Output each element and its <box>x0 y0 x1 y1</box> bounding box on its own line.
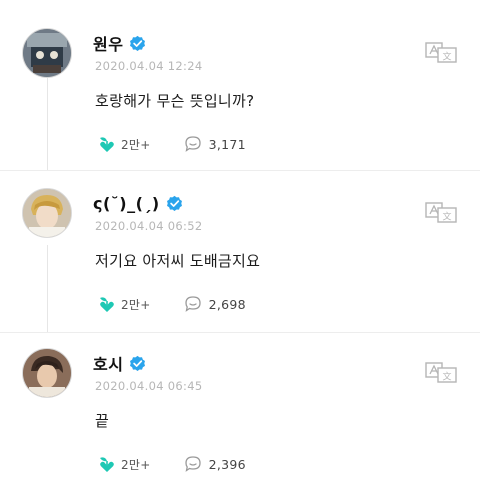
verified-check-icon <box>130 35 146 51</box>
message-text: 저기요 아저씨 도배금지요 <box>95 252 261 270</box>
action-bar: 2만+ 2,396 <box>97 452 246 476</box>
avatar[interactable] <box>22 348 72 398</box>
verified-check-icon <box>166 195 182 211</box>
sprout-heart-icon <box>100 297 114 312</box>
reply-button[interactable]: 2,698 <box>183 294 246 314</box>
speech-bubble-icon <box>184 136 201 152</box>
username[interactable]: ς(˘)_(ˏ) <box>93 194 160 213</box>
like-button[interactable]: 2만+ <box>97 134 151 154</box>
reply-count: 3,171 <box>208 136 246 152</box>
verified-check-icon <box>130 355 146 371</box>
author-row: 원우 <box>93 32 146 54</box>
timestamp: 2020.04.04 06:52 <box>95 219 203 233</box>
author-row: ς(˘)_(ˏ) <box>93 192 183 214</box>
translate-icon[interactable]: 文 <box>425 200 457 224</box>
like-button[interactable]: 2만+ <box>97 294 151 314</box>
reply-count: 2,396 <box>208 456 246 472</box>
reply-button[interactable]: 3,171 <box>183 134 246 154</box>
like-count: 2만+ <box>121 457 151 472</box>
post-card: 호시 2020.04.04 06:45 끝 文 2만+ 2,396 <box>0 334 480 494</box>
svg-text:文: 文 <box>442 371 451 383</box>
post-card: 원우 2020.04.04 12:24 호랑해가 무슨 뜻입니까? 文 2만+ … <box>0 14 480 174</box>
message-text: 호랑해가 무슨 뜻입니까? <box>95 92 255 110</box>
like-button[interactable]: 2만+ <box>97 454 151 474</box>
translate-icon[interactable]: 文 <box>425 40 457 64</box>
svg-text:文: 文 <box>442 51 451 63</box>
username[interactable]: 호시 <box>93 351 123 375</box>
action-bar: 2만+ 2,698 <box>97 292 246 316</box>
reply-button[interactable]: 2,396 <box>183 454 246 474</box>
message-text: 끝 <box>95 412 110 430</box>
timestamp: 2020.04.04 12:24 <box>95 59 203 73</box>
post-card: ς(˘)_(ˏ) 2020.04.04 06:52 저기요 아저씨 도배금지요 … <box>0 174 480 334</box>
timestamp: 2020.04.04 06:45 <box>95 379 203 393</box>
svg-text:文: 文 <box>442 211 451 223</box>
speech-bubble-icon <box>184 296 201 312</box>
speech-bubble-icon <box>184 456 201 472</box>
author-row: 호시 <box>93 352 146 374</box>
translate-icon[interactable]: 文 <box>425 360 457 384</box>
sprout-heart-icon <box>100 457 114 472</box>
sprout-heart-icon <box>100 137 114 152</box>
avatar[interactable] <box>22 188 72 238</box>
username[interactable]: 원우 <box>93 31 123 55</box>
like-count: 2만+ <box>121 297 151 312</box>
reply-count: 2,698 <box>208 296 246 312</box>
avatar[interactable] <box>22 28 72 78</box>
like-count: 2만+ <box>121 137 151 152</box>
action-bar: 2만+ 3,171 <box>97 132 246 156</box>
